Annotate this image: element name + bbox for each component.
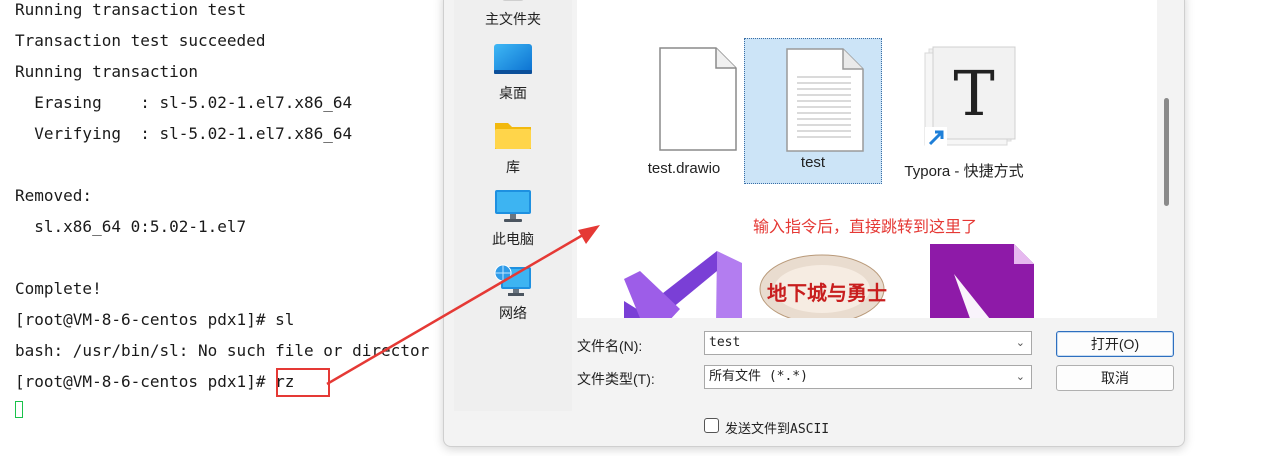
sidebar-item-label: 此电脑 [492,231,534,247]
home-folder-icon [502,0,524,1]
file-item[interactable] [597,243,742,318]
filetype-select[interactable]: 所有文件 (*.*) ⌄ [704,365,1032,389]
terminal-line: Verifying : sl-5.02-1.el7.x86_64 [15,124,353,143]
file-item[interactable]: 地下城与勇士 [745,253,887,318]
file-item[interactable] [914,244,1052,318]
sidebar-item-label: 桌面 [499,85,527,101]
chevron-down-icon[interactable]: ⌄ [1016,332,1025,354]
sidebar-item-label: 主文件夹 [485,11,541,27]
file-name: test.drawio [647,160,721,177]
computer-icon [493,189,533,223]
sidebar-item-network[interactable]: 网络 [454,263,572,323]
text-document-icon [785,47,865,158]
filename-value: test [709,335,741,350]
sidebar-item-label: 库 [506,159,520,175]
visual-studio-icon [622,243,747,318]
network-icon [493,263,533,297]
terminal-line: Transaction test succeeded [15,31,266,50]
navigation-sidebar: 主文件夹 桌面 库 此电脑 网络 [454,0,572,411]
chevron-down-icon[interactable]: ⌄ [1016,366,1025,388]
ascii-checkbox[interactable] [704,418,719,433]
terminal-line: [root@VM-8-6-centos pdx1]# rz [15,372,295,391]
rz-highlight-box [276,368,330,397]
annotation-text: 输入指令后，直接跳转到这里了 [753,219,978,236]
file-name: test [800,154,826,171]
open-button[interactable]: 打开(O) [1056,331,1174,357]
filename-input[interactable]: test ⌄ [704,331,1032,355]
terminal-line: Running transaction [15,62,199,81]
filetype-label: 文件类型(T): [577,371,655,387]
filename-label: 文件名(N): [577,338,643,354]
blank-document-icon [658,46,738,157]
file-list-pane: test.drawio test T Typora - 快捷方式 输入指令后，直… [577,0,1157,318]
ascii-checkbox-label[interactable]: 发送文件到ASCII [725,418,829,437]
sidebar-item-label: 网络 [499,305,527,321]
sidebar-item-home[interactable]: 主文件夹 [454,0,572,29]
purple-document-icon [914,244,1039,318]
terminal-line: Running transaction test [15,0,247,19]
file-item[interactable]: T Typora - 快捷方式 [895,38,1033,184]
file-name: Typora - 快捷方式 [904,163,1024,180]
sidebar-item-computer[interactable]: 此电脑 [454,189,572,249]
file-open-dialog: 主文件夹 桌面 库 此电脑 网络 test.drawio test T Typo… [443,0,1185,447]
scrollbar-thumb[interactable] [1164,98,1169,206]
svg-text:T: T [953,57,994,130]
desktop-icon [493,43,533,77]
cancel-button[interactable]: 取消 [1056,365,1174,391]
game-logo-text: 地下城与勇士 [767,281,887,305]
typora-shortcut-icon: T [923,43,1023,158]
sidebar-item-desktop[interactable]: 桌面 [454,43,572,103]
terminal-line: Complete! [15,279,102,298]
library-folder-icon [493,117,533,151]
terminal-output: Running transaction test Transaction tes… [15,0,429,397]
terminal-line: Removed: [15,186,93,205]
filetype-value: 所有文件 (*.*) [709,369,808,384]
terminal-line: [root@VM-8-6-centos pdx1]# sl [15,310,295,329]
file-item-selected[interactable]: test [744,38,882,184]
game-app-icon: 地下城与勇士 [745,253,895,318]
terminal-line: sl.x86_64 0:5.02-1.el7 [15,217,247,236]
terminal-line: bash: /usr/bin/sl: No such file or direc… [15,341,430,360]
sidebar-item-library[interactable]: 库 [454,117,572,177]
file-list-scrollbar[interactable] [1161,0,1173,318]
terminal-line: Erasing : sl-5.02-1.el7.x86_64 [15,93,353,112]
terminal-cursor [15,401,23,418]
file-item[interactable]: test.drawio [615,38,753,184]
